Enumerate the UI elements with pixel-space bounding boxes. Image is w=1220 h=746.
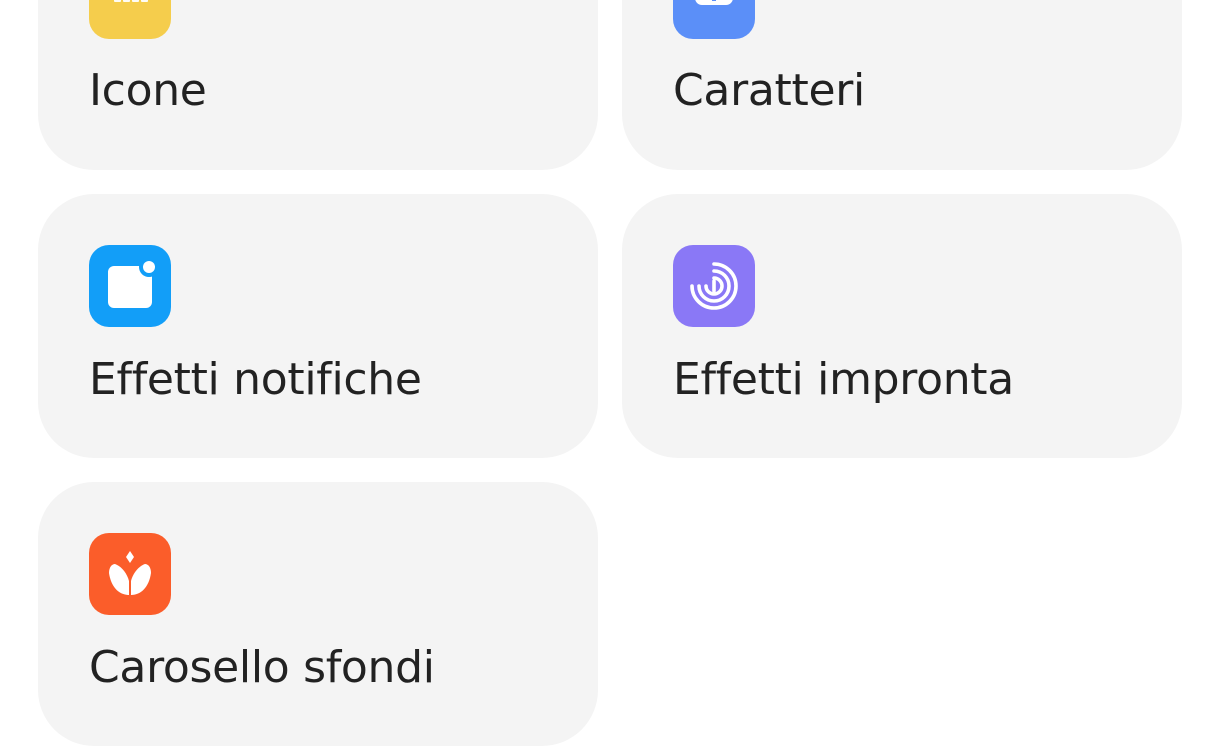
fingerprint-effects-card[interactable]: Effetti impronta: [622, 194, 1182, 458]
notification-effects-card[interactable]: Effetti notifiche: [38, 194, 598, 458]
fingerprint-icon: [673, 245, 755, 327]
font-icon: [673, 0, 755, 39]
fonts-card-label: Caratteri: [673, 65, 865, 116]
icons-card-label: Icone: [89, 65, 207, 116]
app-grid-icon: [89, 0, 171, 39]
fingerprint-effects-label: Effetti impronta: [673, 354, 1014, 405]
notification-effects-label: Effetti notifiche: [89, 354, 422, 405]
wallpaper-carousel-card[interactable]: Carosello sfondi: [38, 482, 598, 746]
icons-card[interactable]: Icone: [38, 0, 598, 170]
notification-icon: [89, 245, 171, 327]
wallpaper-carousel-label: Carosello sfondi: [89, 642, 435, 693]
fonts-card[interactable]: Caratteri: [622, 0, 1182, 170]
tulip-icon: [89, 533, 171, 615]
